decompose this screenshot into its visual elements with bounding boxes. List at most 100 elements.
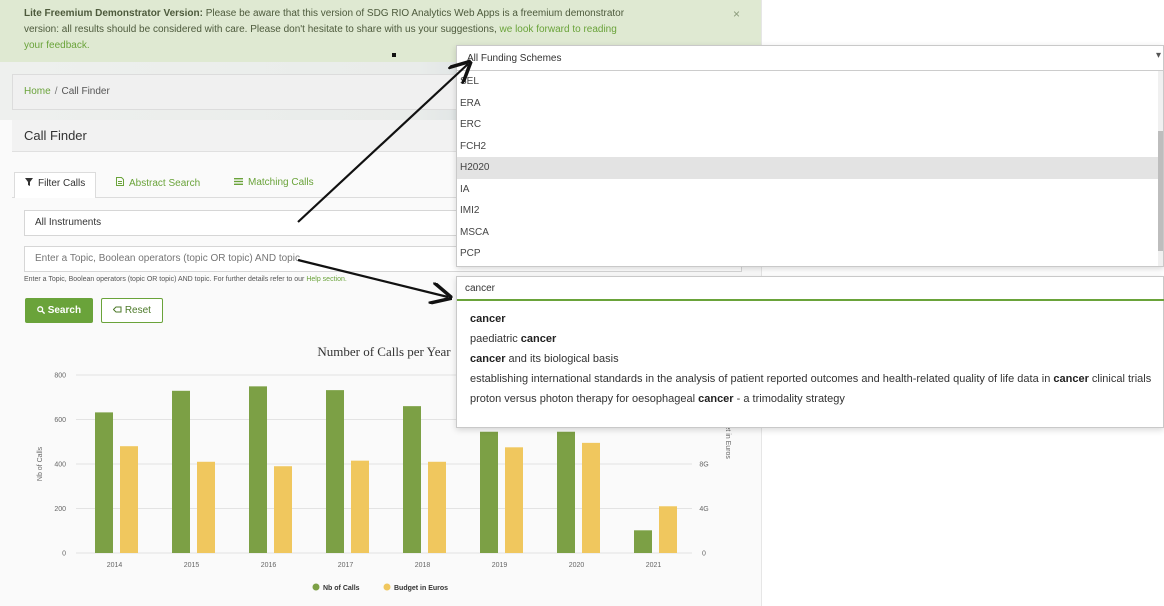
funding-option[interactable]: IMI2 bbox=[457, 200, 1161, 222]
y-axis-label: Nb of Calls bbox=[37, 446, 44, 481]
bar-nb-of-calls bbox=[634, 530, 652, 553]
bar-budget-in-euros bbox=[659, 506, 677, 553]
bar-nb-of-calls bbox=[480, 431, 498, 553]
funnel-icon bbox=[25, 178, 33, 188]
funding-option[interactable]: MSCA bbox=[457, 222, 1161, 244]
document-icon bbox=[116, 177, 124, 188]
autocomplete-suggestion[interactable]: cancer bbox=[470, 309, 1160, 329]
x-tick-label: 2015 bbox=[184, 562, 200, 569]
banner-feedback-link-1[interactable]: we look forward to reading bbox=[500, 24, 617, 35]
suggestion-match: cancer bbox=[698, 393, 734, 405]
close-icon[interactable]: × bbox=[733, 6, 740, 22]
search-button[interactable]: Search bbox=[25, 298, 93, 323]
y2-tick-label: 0 bbox=[702, 551, 706, 558]
x-tick-label: 2021 bbox=[646, 562, 662, 569]
instrument-select-value: All Instruments bbox=[35, 217, 102, 228]
funding-option[interactable]: SEL bbox=[457, 71, 1161, 93]
app-window: Lite Freemium Demonstrator Version: Plea… bbox=[0, 0, 1164, 606]
x-tick-label: 2014 bbox=[107, 562, 123, 569]
page-title: Call Finder bbox=[24, 128, 87, 143]
tab-abstract-search[interactable]: Abstract Search bbox=[106, 172, 210, 198]
bar-budget-in-euros bbox=[428, 461, 446, 553]
funding-scheme-options: SEL ERA ERC FCH2 H2020 IA IMI2 MSCA PCP bbox=[457, 71, 1161, 265]
x-tick-label: 2017 bbox=[338, 562, 354, 569]
help-text: Enter a Topic, Boolean operators (topic … bbox=[24, 276, 347, 283]
bar-budget-in-euros bbox=[120, 446, 138, 553]
banner-text-2: version: all results should be considere… bbox=[24, 24, 500, 35]
autocomplete-suggestion[interactable]: establishing international standards in … bbox=[470, 369, 1160, 389]
bar-nb-of-calls bbox=[403, 406, 421, 553]
autocomplete-suggestion[interactable]: proton versus photon therapy for oesopha… bbox=[470, 389, 1160, 409]
tab-filter-calls[interactable]: Filter Calls bbox=[14, 172, 97, 198]
chart-title: Number of Calls per Year bbox=[317, 344, 451, 359]
help-text-body: Enter a Topic, Boolean operators (topic … bbox=[24, 276, 307, 283]
autocomplete-suggestion[interactable]: paediatric cancer bbox=[470, 329, 1160, 349]
x-tick-label: 2019 bbox=[492, 562, 508, 569]
suggestion-text-after: clinical trials bbox=[1088, 373, 1152, 385]
y-tick-label: 200 bbox=[54, 506, 66, 513]
bar-budget-in-euros bbox=[351, 460, 369, 553]
funding-option[interactable]: ERC bbox=[457, 114, 1161, 136]
reset-button-label: Reset bbox=[124, 305, 151, 316]
legend-label-budget: Budget in Euros bbox=[394, 585, 448, 592]
funding-option[interactable]: FCH2 bbox=[457, 136, 1161, 158]
tab-abstract-search-label: Abstract Search bbox=[129, 178, 201, 189]
suggestion-text-after: and its biological basis bbox=[505, 353, 619, 365]
search-button-label: Search bbox=[47, 305, 82, 316]
funding-option[interactable]: IA bbox=[457, 179, 1161, 201]
legend-label-nb-of-calls: Nb of Calls bbox=[323, 585, 360, 592]
eraser-icon bbox=[112, 305, 125, 316]
legend-marker-budget bbox=[383, 583, 391, 591]
autocomplete-suggestions: cancer paediatric cancer cancer and its bi… bbox=[470, 309, 1160, 409]
suggestion-text-before: paediatric bbox=[470, 333, 521, 345]
banner-feedback-link-2[interactable]: your feedback. bbox=[24, 40, 90, 51]
suggestion-text-before: proton versus photon therapy for oesopha… bbox=[470, 393, 699, 405]
autocomplete-suggestion[interactable]: cancer and its biological basis bbox=[470, 349, 1160, 369]
funding-scheme-selected[interactable]: All Funding Schemes ▾ bbox=[457, 46, 1163, 71]
breadcrumb: Home / Call Finder bbox=[24, 86, 110, 97]
chevron-down-icon[interactable]: ▾ bbox=[1156, 50, 1161, 61]
reset-button[interactable]: Reset bbox=[101, 298, 163, 323]
search-icon bbox=[37, 305, 48, 316]
funding-scheme-selected-value: All Funding Schemes bbox=[467, 53, 562, 64]
suggestion-text-after: - a trimodality strategy bbox=[733, 393, 845, 405]
bar-nb-of-calls bbox=[557, 431, 575, 553]
tab-matching-calls-label: Matching Calls bbox=[248, 177, 314, 188]
y-tick-label: 800 bbox=[54, 373, 66, 380]
tab-matching-calls[interactable]: Matching Calls bbox=[224, 172, 324, 198]
y-tick-label: 600 bbox=[54, 417, 66, 424]
breadcrumb-home-link[interactable]: Home bbox=[24, 86, 51, 97]
funding-scrollbar[interactable] bbox=[1158, 71, 1163, 266]
breadcrumb-separator: / bbox=[54, 86, 58, 97]
breadcrumb-current: Call Finder bbox=[61, 86, 110, 97]
bar-nb-of-calls bbox=[326, 390, 344, 553]
bar-budget-in-euros bbox=[197, 461, 215, 553]
banner-title: Lite Freemium Demonstrator Version: bbox=[24, 8, 203, 19]
bar-nb-of-calls bbox=[172, 390, 190, 553]
autocomplete-input-wrapper bbox=[457, 277, 1164, 301]
topic-autocomplete: cancerpaediatric cancercancer and its bi… bbox=[456, 276, 1164, 428]
funding-option[interactable]: PCP bbox=[457, 243, 1161, 265]
y2-tick-label: 4G bbox=[699, 506, 708, 513]
bar-nb-of-calls bbox=[249, 386, 267, 553]
bar-nb-of-calls bbox=[95, 412, 113, 553]
suggestion-match: cancer bbox=[520, 333, 557, 345]
legend-marker-nb-of-calls bbox=[312, 583, 320, 591]
x-tick-label: 2016 bbox=[261, 562, 277, 569]
banner-text-1: Please be aware that this version of SDG… bbox=[202, 8, 625, 19]
y-tick-label: 0 bbox=[62, 551, 66, 558]
funding-scrollbar-thumb[interactable] bbox=[1158, 131, 1163, 251]
tab-filter-calls-label: Filter Calls bbox=[38, 178, 86, 189]
funding-scheme-dropdown[interactable]: All Funding Schemes ▾ SEL ERA ERC FCH2 H2020… bbox=[456, 45, 1164, 267]
funding-option[interactable]: H2020 bbox=[457, 157, 1161, 179]
suggestion-match: cancer bbox=[1053, 373, 1089, 385]
bar-budget-in-euros bbox=[274, 466, 292, 553]
y-tick-label: 400 bbox=[54, 462, 66, 469]
list-icon bbox=[234, 177, 243, 187]
help-section-link[interactable]: Help section. bbox=[306, 276, 346, 283]
bar-budget-in-euros bbox=[505, 447, 523, 553]
funding-option[interactable]: ERA bbox=[457, 93, 1161, 115]
x-tick-label: 2018 bbox=[415, 562, 431, 569]
autocomplete-input[interactable] bbox=[465, 283, 1157, 294]
suggestion-match: cancer bbox=[470, 353, 506, 365]
